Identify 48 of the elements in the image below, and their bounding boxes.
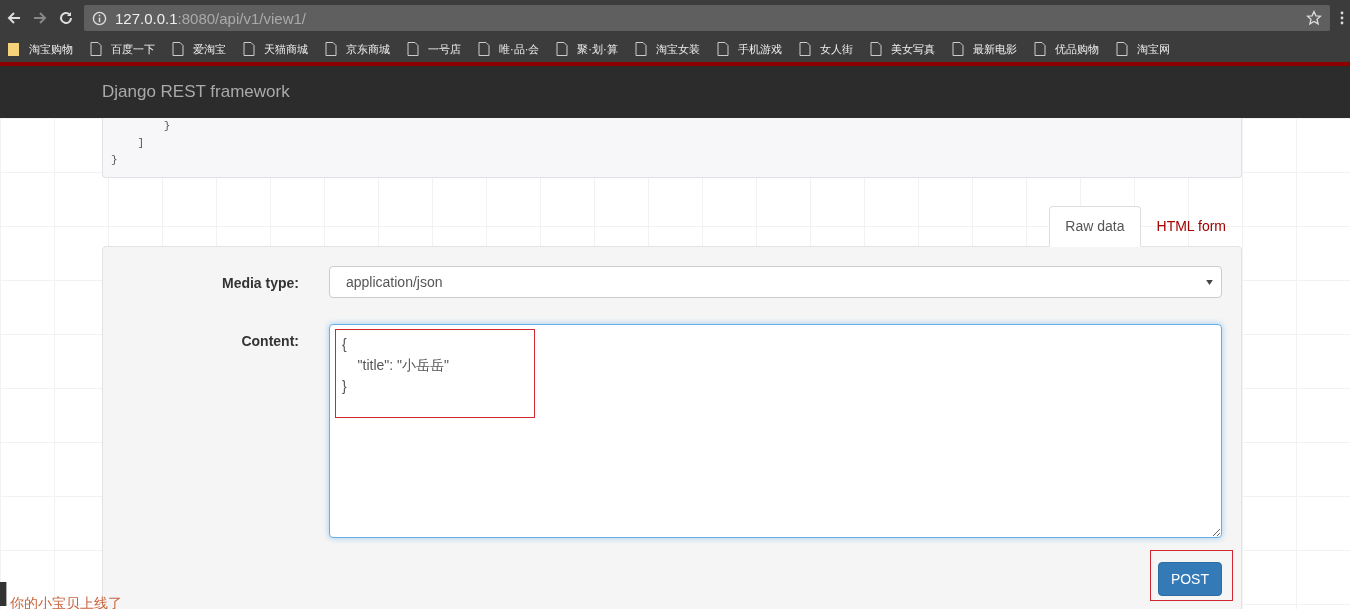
bookmark[interactable]: 优品购物 — [1033, 41, 1099, 57]
post-button[interactable]: POST — [1157, 562, 1222, 596]
page-icon — [634, 42, 647, 56]
reload-icon[interactable] — [58, 10, 74, 26]
page-icon — [1033, 42, 1046, 56]
page-icon — [798, 42, 811, 56]
bookmark[interactable]: 一号店 — [407, 41, 461, 57]
page-icon — [1115, 42, 1128, 56]
bookmark[interactable]: 京东商城 — [325, 41, 390, 57]
media-type-select[interactable]: application/json — [329, 266, 1222, 298]
bookmark[interactable]: 天猫商城 — [243, 41, 308, 57]
bookmark[interactable]: 女人街 — [798, 41, 853, 57]
bookmark[interactable]: 百度一下 — [90, 41, 155, 57]
field-label: Content: — [240, 332, 299, 351]
bookmark[interactable]: 淘宝购物 — [8, 41, 73, 57]
bookmark[interactable]: 唯·品·会 — [478, 41, 540, 57]
bookmark[interactable]: 美女写真 — [869, 41, 935, 57]
brand-title[interactable]: Django REST framework — [102, 82, 290, 102]
menu-icon[interactable] — [1340, 10, 1344, 26]
star-icon[interactable] — [1306, 10, 1322, 26]
back-icon[interactable] — [6, 10, 22, 26]
url-text: 127.0.0.1:8080/api/v1/view1/ — [115, 9, 306, 27]
page-icon — [243, 42, 255, 56]
page-icon — [407, 42, 419, 56]
info-icon[interactable] — [92, 10, 107, 26]
page-icon — [325, 42, 337, 56]
bookmark[interactable]: 淘宝网 — [1115, 41, 1170, 57]
page-icon — [90, 42, 102, 56]
page-icon — [869, 42, 882, 56]
bookmark[interactable]: 聚·划·算 — [556, 41, 618, 57]
page-icon — [716, 42, 729, 56]
address-bar[interactable]: 127.0.0.1:8080/api/v1/view1/ — [84, 5, 1330, 31]
forward-icon[interactable] — [32, 10, 48, 26]
bookmark[interactable]: 手机游戏 — [716, 41, 782, 57]
bookmark[interactable]: 最新电影 — [951, 41, 1017, 57]
page-icon — [556, 42, 569, 56]
page-icon — [478, 42, 490, 56]
folder-icon — [8, 42, 20, 56]
tab[interactable]: HTML form — [1140, 206, 1242, 247]
field-label: Media type: — [221, 274, 299, 293]
tab[interactable]: Raw data — [1049, 206, 1141, 247]
page-icon — [172, 42, 184, 56]
response-body: } ] } — [102, 118, 1242, 178]
page-icon — [951, 42, 964, 56]
bookmark[interactable]: 爱淘宝 — [172, 41, 226, 57]
content-field[interactable]: { "title": "小岳岳" } — [329, 324, 1222, 538]
caret-icon — [1206, 279, 1213, 285]
bookmark[interactable]: 淘宝女装 — [634, 41, 700, 57]
